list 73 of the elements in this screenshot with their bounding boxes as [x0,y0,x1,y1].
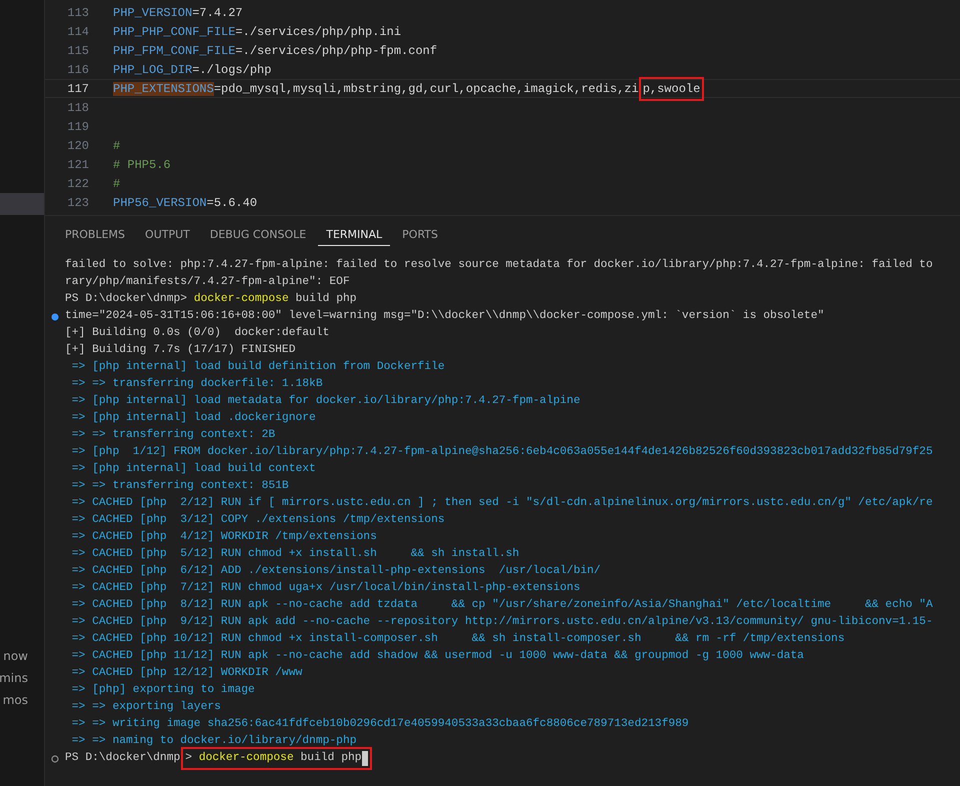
line-number: 122 [66,176,89,190]
terminal-text: failed to solve: php:7.4.27-fpm-alpine: failed to resolve source metadata for docker.io/library/php:7.4.27-fpm-alpine: failed to [65,258,933,273]
line-number: 120 [66,138,89,152]
build-step-text: => => writing image sha256:6ac41fdfceb10b0296cd17e4059940533a33cbaa6fc8806ce789713ed213f989 [70,716,689,732]
variable-name: PHP_EXTENSIONS [113,82,214,96]
build-step-text: => CACHED [php 11/12] RUN apk --no-cache add shadow && usermod -u 1000 www-data && groupmod -g 1000 www-data [70,648,804,664]
panel-tab[interactable]: OUTPUT [137,224,198,246]
line-number: 116 [66,62,89,76]
command-text: docker-compose [194,292,289,307]
variable-value: =5.6.40 [206,196,258,210]
build-step-text: => [php 1/12] FROM docker.io/library/php:7.4.27-fpm-alpine@sha256:6eb4c063a055e144f4de1426b82526f60d393823cb017add32fb85d79f25 [70,444,933,460]
terminal-text: time="2024-05-31T15:06:16+08:00" level=warning msg="D:\\docker\\dnmp\\docker-compose.yml: `version` is obsolete" [65,308,824,324]
variable-name: PHP56_VERSION [113,196,207,210]
build-step-text: => CACHED [php 3/12] COPY ./extensions /tmp/extensions [70,512,445,528]
terminal-text: rary/php/manifests/7.4.27-fpm-alpine": EOF [65,274,350,290]
variable-value: =./logs/php [192,62,272,76]
code-comment: # [113,138,120,152]
build-step-text: => => naming to docker.io/library/dnmp-php [70,734,357,749]
variable-value: =7.4.27 [192,6,243,20]
build-step-text: => CACHED [php 8/12] RUN apk --no-cache add tzdata && cp "/usr/share/zoneinfo/Asia/Shanghai" /etc/localtime && echo "A [70,598,933,613]
build-step-text: => CACHED [php 7/12] RUN chmod uga+x /usr/local/bin/install-php-extensions [70,580,580,596]
line-number: 119 [66,120,89,134]
terminal-text: PS D:\docker\dnmp> [65,292,188,307]
build-step-text: => CACHED [php 2/12] RUN if [ mirrors.ustc.edu.cn ] ; then sed -i "s/dl-cdn.alpinelinux.org/mirrors.ustc.edu.cn/g" /etc/apk/re [70,496,933,511]
panel-tab[interactable]: TERMINAL [318,224,390,246]
line-number: 117 [66,82,89,96]
terminal-text: build php [300,750,362,766]
timestamp-text: mins [0,670,28,687]
timestamp-text: now [3,648,28,665]
build-step-text: => [php internal] load build context [70,462,316,477]
build-step-text: => [php internal] load build definition from Dockerfile [70,360,445,375]
selected-list-row [0,193,44,215]
panel-tab[interactable]: PORTS [394,224,446,246]
line-number: 118 [66,100,89,114]
variable-name: PHP_VERSION [113,6,192,20]
terminal-text: PS D:\docker\dnmp [65,750,180,766]
line-number: 113 [66,6,89,20]
terminal-text: [+] Building 7.7s (17/17) FINISHED [65,342,296,358]
line-number: 114 [66,24,89,38]
build-step-text: => CACHED [php 12/12] WORKDIR /www [70,666,302,681]
build-step-text: => CACHED [php 9/12] RUN apk add --no-cache --repository http://mirrors.ustc.edu.cn/alpine/v3.13/community/ gnu-libiconv=1.15- [70,614,933,630]
line-number: 115 [66,44,89,58]
variable-name: PHP_FPM_CONF_FILE [113,44,236,58]
circle-icon[interactable] [51,754,59,762]
build-step-text: => [php internal] load .dockerignore [70,410,316,426]
line-number: 123 [66,196,89,210]
build-step-text: => [php] exporting to image [70,682,255,698]
variable-value: =pdo_mysql,mysqli,mbstring,gd,curl,opcache,imagick,redis,zi [214,82,639,96]
line-number: 121 [66,158,89,172]
code-comment: # [113,176,120,190]
variable-value: =./services/php/php-fpm.conf [235,44,438,58]
terminal-text: [+] Building 0.0s (0/0) docker:default [65,326,330,341]
build-step-text: => => transferring context: 2B [70,428,276,443]
build-step-text: => [php internal] load metadata for docker.io/library/php:7.4.27-fpm-alpine [70,394,580,409]
build-step-text: => => transferring context: 851B [70,478,289,494]
terminal-text: > [185,751,194,766]
timestamp-text: mos [2,692,28,709]
build-step-text: => CACHED [php 6/12] ADD ./extensions/install-php-extensions /usr/local/bin/ [70,564,601,579]
build-step-text: => => transferring dockerfile: 1.18kB [70,376,323,392]
variable-value: =./services/php/php.ini [235,24,402,38]
panel-tab[interactable]: PROBLEMS [57,224,134,246]
terminal-text: build php [294,292,357,307]
build-step-text: => CACHED [php 5/12] RUN chmod +x install.sh && sh install.sh [70,546,520,562]
build-step-text: => => exporting layers [70,700,221,715]
variable-value: p,swoole [640,78,702,98]
variable-name: PHP_PHP_CONF_FILE [113,24,236,38]
code-comment: # PHP5.6 [113,158,171,172]
build-step-text: => CACHED [php 10/12] RUN chmod +x install-composer.sh && sh install-composer.sh && rm -rf /tmp/extensions [70,632,845,647]
build-step-text: => CACHED [php 4/12] WORKDIR /tmp/extensions [70,530,377,545]
panel-tab[interactable]: DEBUG CONSOLE [202,224,314,246]
command-text: docker-compose [198,750,294,766]
variable-name: PHP_LOG_DIR [113,62,192,76]
success-dot-icon[interactable] [51,312,59,320]
